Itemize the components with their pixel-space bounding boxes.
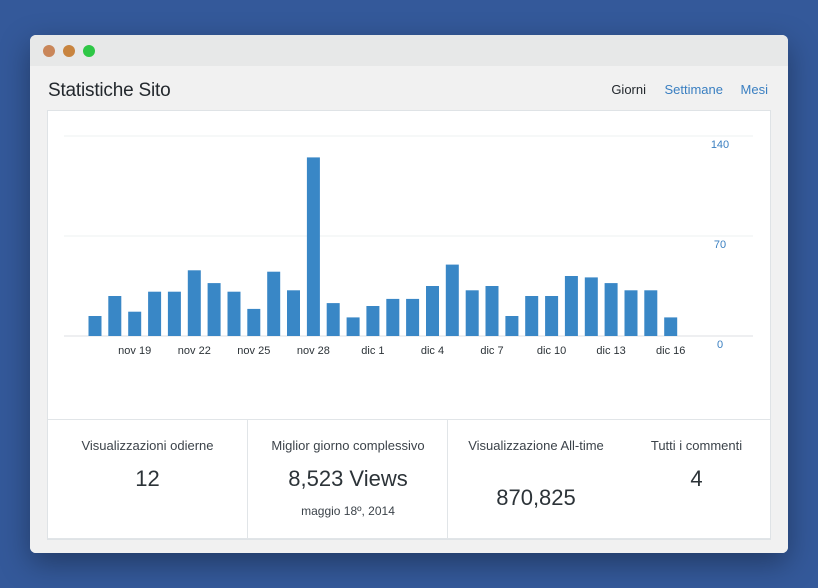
stat-all-time-views: Visualizzazione All-time 870,825 [447, 420, 624, 538]
chart-bar[interactable] [366, 306, 380, 336]
stat-label: Visualizzazioni odierne [81, 438, 214, 453]
y-tick-label: 70 [714, 239, 726, 251]
stat-label: Visualizzazione All-time [468, 438, 604, 453]
window-titlebar [30, 35, 788, 66]
stat-sub-date: maggio 18º, 2014 [301, 504, 395, 518]
minimize-window-button[interactable] [63, 45, 75, 57]
x-tick-label: nov 25 [237, 345, 270, 357]
views-chart: 140 70 0 nov 19 nov 22 nov 25 nov 28 dic 1 dic 4… [48, 111, 770, 419]
chart-bar[interactable] [505, 316, 519, 336]
chart-bar[interactable] [604, 283, 618, 336]
stats-summary: Visualizzazioni odierne 12 Miglior giorn… [48, 419, 770, 539]
y-tick-label: 140 [711, 139, 729, 151]
y-tick-label: 0 [717, 339, 723, 351]
close-window-button[interactable] [43, 45, 55, 57]
x-tick-label: dic 1 [361, 345, 384, 357]
chart-bar[interactable] [584, 277, 598, 336]
chart-bar[interactable] [664, 317, 678, 336]
stat-value: 12 [135, 466, 160, 491]
chart-bar[interactable] [88, 316, 102, 336]
stat-best-day: Miglior giorno complessivo 8,523 Views m… [247, 420, 448, 538]
chart-bar[interactable] [227, 291, 241, 336]
tab-settimane[interactable]: Settimane [664, 82, 723, 97]
chart-bar[interactable] [326, 303, 340, 336]
x-tick-label: nov 28 [297, 345, 330, 357]
x-tick-label: dic 4 [421, 345, 444, 357]
stat-value: 4 [690, 466, 703, 491]
chart-bar[interactable] [406, 298, 420, 336]
chart-bar[interactable] [287, 290, 300, 336]
chart-bar[interactable] [267, 271, 281, 336]
chart-bar[interactable] [644, 290, 658, 336]
page-content: Statistiche Sito Giorni Settimane Mesi 1… [30, 66, 788, 553]
chart-bar[interactable] [445, 264, 459, 336]
chart-bar[interactable] [346, 317, 360, 336]
chart-bar[interactable] [545, 296, 559, 336]
stat-today-views: Visualizzazioni odierne 12 [48, 420, 247, 538]
stats-card: 140 70 0 nov 19 nov 22 nov 25 nov 28 dic 1 dic 4… [47, 110, 771, 540]
x-tick-label: dic 10 [537, 345, 566, 357]
stat-label: Tutti i commenti [650, 438, 743, 453]
chart-bar[interactable] [564, 276, 578, 336]
chart-bar[interactable] [148, 291, 162, 336]
views-bar-chart: 140 70 0 nov 19 nov 22 nov 25 nov 28 dic 1 dic 4… [64, 135, 753, 357]
x-tick-label: nov 22 [178, 345, 211, 357]
chart-bar[interactable] [167, 291, 181, 336]
chart-bar[interactable] [485, 286, 499, 336]
x-tick-label: dic 16 [656, 345, 685, 357]
stat-label: Miglior giorno complessivo [271, 438, 425, 453]
chart-bar[interactable] [426, 286, 439, 336]
chart-bar[interactable] [306, 157, 320, 336]
chart-bar[interactable] [187, 270, 201, 336]
chart-bar[interactable] [624, 290, 638, 336]
tab-mesi[interactable]: Mesi [741, 82, 768, 97]
x-tick-label: nov 19 [118, 345, 151, 357]
chart-bar[interactable] [247, 308, 261, 336]
x-tick-label: dic 7 [480, 345, 503, 357]
page-title: Statistiche Sito [48, 80, 171, 101]
tab-giorni[interactable]: Giorni [611, 82, 646, 97]
x-tick-label: dic 13 [596, 345, 625, 357]
chart-bar[interactable] [108, 296, 122, 336]
chart-bar[interactable] [465, 290, 479, 336]
maximize-window-button[interactable] [83, 45, 95, 57]
browser-window: Statistiche Sito Giorni Settimane Mesi 1… [30, 35, 788, 553]
stat-value: 870,825 [496, 485, 576, 510]
stat-all-comments: Tutti i commenti 4 [623, 420, 770, 538]
chart-bar[interactable] [525, 296, 539, 336]
chart-bar[interactable] [207, 283, 221, 336]
stat-value: 8,523 Views [288, 466, 408, 491]
chart-bar[interactable] [128, 311, 142, 336]
chart-bar[interactable] [386, 298, 400, 336]
